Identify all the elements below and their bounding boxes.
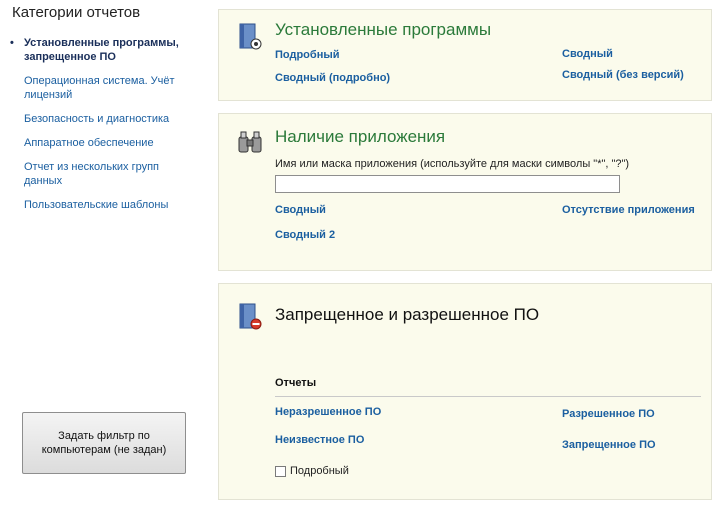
- category-os-licenses[interactable]: Операционная система. Учёт лицензий: [10, 74, 200, 102]
- app-mask-input[interactable]: [275, 175, 620, 193]
- report-categories-sidebar: Категории отчетов Установленные программ…: [0, 0, 205, 505]
- detailed-checkbox[interactable]: Подробный: [275, 465, 349, 477]
- detailed-checkbox-label: Подробный: [290, 465, 349, 477]
- app-presence-panel: Наличие приложения Имя или маска приложе…: [218, 113, 712, 271]
- installed-programs-panel: Установленные программы Подробный Сводны…: [218, 9, 712, 101]
- authorized-software-link[interactable]: Разрешенное ПО: [562, 408, 655, 420]
- installed-programs-icon: [237, 23, 263, 54]
- app-presence-title: Наличие приложения: [275, 127, 446, 146]
- detailed-checkbox-box[interactable]: [275, 465, 286, 477]
- installed-summary-detailed-link[interactable]: Сводный (подробно): [275, 72, 390, 84]
- installed-detailed-link[interactable]: Подробный: [275, 49, 340, 61]
- reports-separator: [275, 396, 701, 397]
- category-multi-group-report[interactable]: Отчет из нескольких групп данных: [10, 160, 200, 188]
- reports-label: Отчеты: [275, 377, 317, 389]
- app-absence-link[interactable]: Отсутствие приложения: [562, 204, 695, 216]
- app-presence-summary2-link[interactable]: Сводный 2: [275, 229, 335, 241]
- app-mask-label: Имя или маска приложения (используйте дл…: [275, 158, 630, 170]
- category-hardware[interactable]: Аппаратное обеспечение: [10, 136, 200, 150]
- category-custom-templates[interactable]: Пользовательские шаблоны: [10, 198, 200, 212]
- app-presence-summary-link[interactable]: Сводный: [275, 204, 326, 216]
- set-computer-filter-button[interactable]: Задать фильтр по компьютерам (не задан): [22, 412, 186, 474]
- category-list: Установленные программы, запрещенное ПО …: [10, 36, 200, 222]
- unauthorized-software-link[interactable]: Неразрешенное ПО: [275, 406, 381, 418]
- installed-programs-title: Установленные программы: [275, 20, 492, 39]
- binoculars-icon: [237, 129, 263, 158]
- sidebar-title: Категории отчетов: [12, 4, 141, 21]
- installed-summary-no-versions-link[interactable]: Сводный (без версий): [562, 69, 684, 81]
- software-policy-title: Запрещенное и разрешенное ПО: [275, 305, 540, 324]
- category-installed-programs[interactable]: Установленные программы, запрещенное ПО: [10, 36, 200, 64]
- category-security-diagnostics[interactable]: Безопасность и диагностика: [10, 112, 200, 126]
- software-policy-panel: Запрещенное и разрешенное ПО Отчеты Нера…: [218, 283, 712, 500]
- forbidden-software-link[interactable]: Запрещенное ПО: [562, 439, 656, 451]
- installed-summary-link[interactable]: Сводный: [562, 48, 613, 60]
- unknown-software-link[interactable]: Неизвестное ПО: [275, 434, 364, 446]
- forbidden-software-icon: [237, 303, 263, 334]
